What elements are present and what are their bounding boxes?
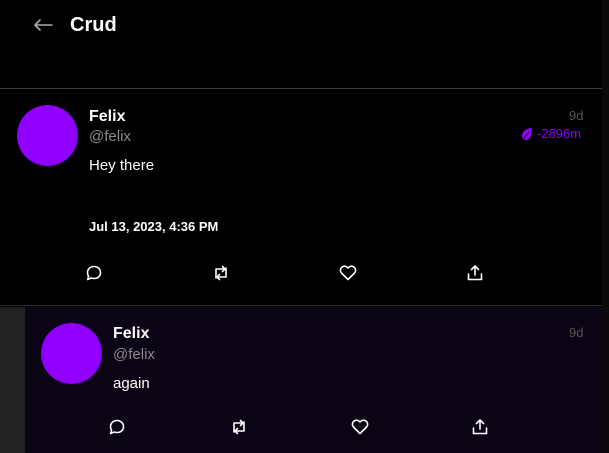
like-button[interactable]	[338, 263, 358, 283]
share-button[interactable]	[465, 263, 485, 283]
author-handle[interactable]: @felix	[89, 127, 131, 147]
repost-button[interactable]	[229, 417, 249, 437]
thread-indicator	[0, 307, 25, 453]
like-icon	[339, 265, 357, 281]
repost-icon	[215, 265, 227, 281]
reply-icon	[109, 419, 125, 435]
reply-button[interactable]	[107, 417, 127, 437]
droplet-icon	[521, 128, 532, 140]
share-icon	[467, 265, 483, 281]
main-post: Felix @felix Hey there 9d -2896m Jul 13,…	[0, 90, 602, 306]
score-value: -2896m	[537, 126, 582, 141]
score-badge: -2896m	[520, 126, 581, 142]
like-button[interactable]	[350, 417, 370, 437]
avatar[interactable]	[41, 323, 102, 384]
reply-icon	[86, 265, 102, 281]
page-title: Crud	[70, 14, 117, 36]
avatar[interactable]	[17, 105, 78, 166]
author-name[interactable]: Felix	[113, 324, 149, 344]
repost-icon	[233, 419, 245, 435]
reply-button[interactable]	[84, 263, 104, 283]
like-icon	[351, 419, 369, 435]
scrollbar[interactable]	[602, 0, 609, 453]
post-text: Hey there	[89, 157, 155, 174]
back-button[interactable]	[31, 13, 55, 37]
post-text: again	[113, 375, 150, 392]
share-icon	[472, 419, 488, 435]
post-timestamp: Jul 13, 2023, 4:36 PM	[89, 219, 219, 234]
reply-post: Felix @felix again 9d	[0, 307, 602, 453]
post-age: 9d	[569, 325, 584, 340]
author-name[interactable]: Felix	[89, 107, 125, 127]
page-header: Crud	[0, 0, 609, 89]
share-button[interactable]	[470, 417, 490, 437]
repost-button[interactable]	[211, 263, 231, 283]
post-age: 9d	[569, 108, 584, 123]
arrow-left-icon	[34, 19, 53, 31]
author-handle[interactable]: @felix	[113, 345, 155, 365]
